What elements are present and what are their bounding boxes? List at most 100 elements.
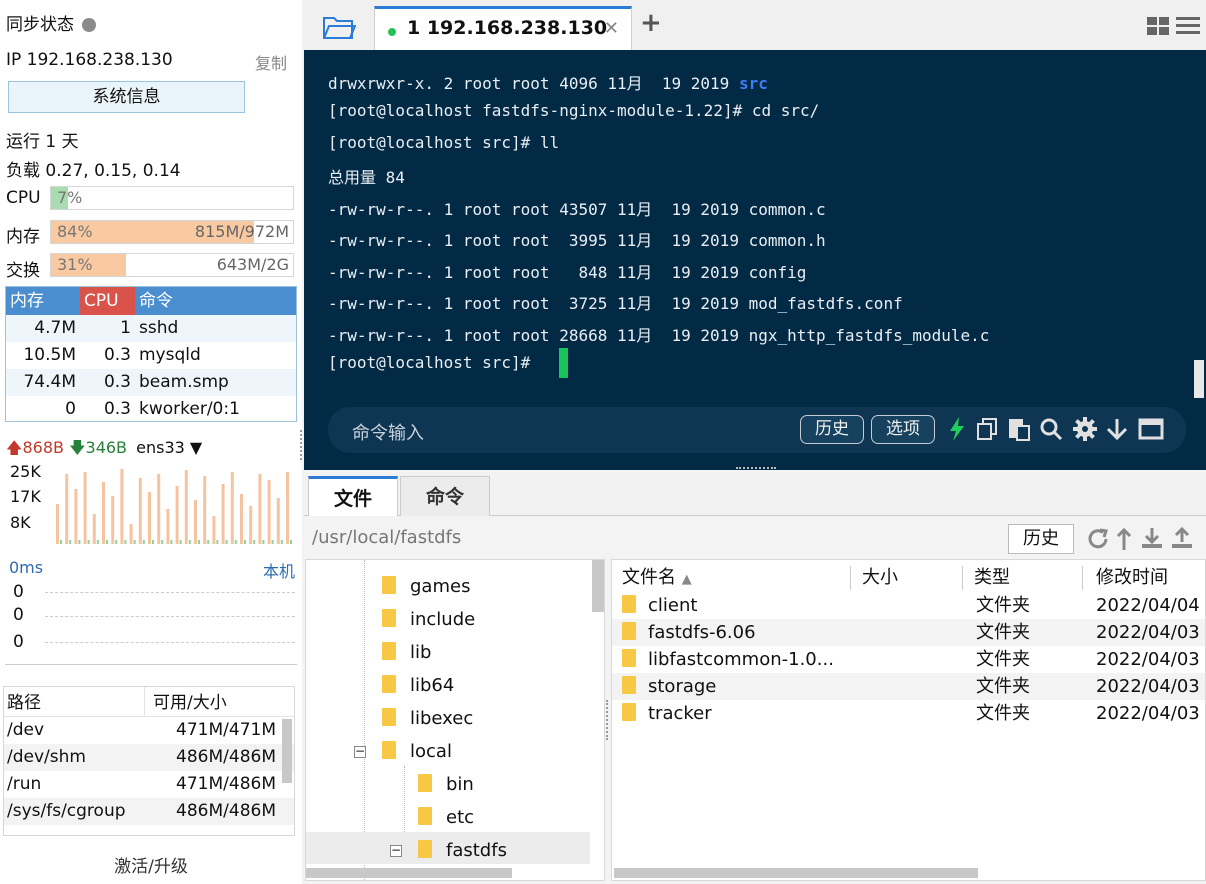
file-row[interactable]: client 文件夹 2022/04/04 [612, 592, 1205, 619]
file-name: fastdfs-6.06 [648, 622, 756, 643]
disk-row[interactable]: /dev/shm 486M/486M [4, 744, 294, 771]
file-list-horizontal-scrollbar[interactable] [614, 868, 978, 878]
system-info-button[interactable]: 系统信息 [8, 81, 245, 113]
command-input-bar[interactable]: 命令输入 历史 选项 [328, 407, 1186, 453]
menu-icon[interactable] [1176, 16, 1200, 36]
terminal-line: [root@localhost src]# [328, 353, 540, 372]
file-rows: client 文件夹 2022/04/04 fastdfs-6.06 文件夹 2022/… [612, 592, 1205, 732]
disk-header-size[interactable]: 可用/大小 [144, 687, 278, 716]
tree-node[interactable]: lib [382, 638, 431, 668]
file-row[interactable]: tracker 文件夹 2022/04/03 [612, 700, 1205, 727]
process-row[interactable]: 10.5M 0.3 mysqld [6, 342, 296, 369]
net-download-bar [106, 540, 108, 544]
disk-scrollbar[interactable] [282, 719, 292, 783]
tree-node[interactable]: include [382, 605, 475, 635]
tree-node[interactable]: lib64 [382, 671, 454, 701]
column-header-mtime[interactable]: 修改时间 [1096, 564, 1168, 592]
lightning-icon[interactable] [944, 416, 970, 442]
column-divider[interactable] [1082, 566, 1083, 590]
terminal[interactable]: drwxrwxr-x. 2 root root 4096 11月 19 2019… [304, 50, 1206, 470]
tree-vertical-scrollbar[interactable] [592, 560, 604, 612]
up-directory-icon[interactable] [1116, 527, 1132, 551]
net-download-bar [198, 540, 200, 544]
proc-mem: 74.4M [23, 372, 76, 392]
maximize-icon[interactable] [1138, 416, 1164, 442]
download-icon[interactable] [1140, 526, 1164, 550]
column-header-type[interactable]: 类型 [974, 564, 1010, 592]
net-download-bar [179, 540, 182, 544]
proc-header-mem[interactable]: 内存 [6, 287, 80, 315]
disk-size: 486M/486M [176, 747, 276, 767]
cpu-meter: 7% [50, 186, 294, 210]
close-tab-icon[interactable]: ✕ [604, 18, 619, 39]
proc-mem: 4.7M [34, 318, 76, 338]
copy-icon[interactable] [974, 416, 1000, 442]
sync-status: 同步状态 [6, 10, 96, 35]
latency-panel: 0ms 本机 0 0 0 [5, 558, 297, 666]
tab-files[interactable]: 文件 [308, 476, 398, 516]
interface-name[interactable]: ens33 [136, 438, 185, 457]
net-download-bar [60, 540, 62, 544]
tree-node[interactable]: local [382, 737, 452, 767]
column-divider[interactable] [962, 566, 963, 590]
options-button[interactable]: 选项 [871, 415, 935, 444]
net-upload-bar [258, 474, 262, 544]
search-icon[interactable] [1038, 416, 1064, 442]
folder-icon [382, 708, 396, 726]
command-input-placeholder[interactable]: 命令输入 [352, 419, 424, 445]
process-row[interactable]: 0 0.3 kworker/0:1 [6, 396, 296, 423]
tree-node[interactable]: libexec [382, 704, 473, 734]
column-header-name[interactable]: 文件名 ▲ [622, 564, 692, 592]
terminal-line: -rw-rw-r--. 1 root root 848 11月 19 2019 … [328, 263, 807, 282]
history-button[interactable]: 历史 [800, 415, 864, 444]
latency-host[interactable]: 本机 [263, 558, 295, 582]
mem-meter: 84% 815M/972M [50, 220, 294, 244]
tree-node[interactable]: etc [418, 803, 474, 833]
folder-icon [622, 595, 636, 613]
net-download-bar [87, 540, 90, 544]
refresh-icon[interactable] [1086, 527, 1110, 551]
proc-header-cmd[interactable]: 命令 [135, 287, 296, 315]
disk-row[interactable]: /sys/fs/cgroup 486M/486M [4, 798, 294, 825]
folder-icon [622, 622, 636, 640]
tree-node-selected[interactable]: fastdfs [418, 836, 507, 866]
proc-header-cpu[interactable]: CPU [80, 287, 135, 315]
proc-cmd: kworker/0:1 [139, 399, 240, 419]
copy-ip-link[interactable]: 复制 [255, 50, 287, 74]
file-row[interactable]: storage 文件夹 2022/04/03 [612, 673, 1205, 700]
interface-dropdown-icon[interactable]: ▼ [185, 438, 202, 457]
tab-session-1[interactable]: 1 192.168.238.130 ✕ [374, 6, 632, 50]
new-tab-button[interactable]: + [640, 8, 662, 38]
tree-node[interactable]: bin [418, 770, 474, 800]
gear-icon[interactable] [1072, 416, 1098, 442]
current-path-input[interactable]: /usr/local/fastdfs [312, 527, 461, 548]
path-history-button[interactable]: 历史 [1008, 524, 1074, 554]
net-upload-bar [286, 472, 289, 544]
net-upload-bar [111, 496, 115, 544]
tree-horizontal-scrollbar[interactable] [306, 868, 512, 878]
pane-splitter-handle[interactable] [736, 467, 776, 469]
disk-row[interactable]: /dev 471M/471M [4, 717, 294, 744]
tab-commands[interactable]: 命令 [400, 476, 490, 516]
arrow-down-icon[interactable] [1104, 416, 1130, 442]
collapse-local-icon[interactable]: − [354, 745, 366, 758]
disk-header-path[interactable]: 路径 [4, 687, 144, 716]
file-row[interactable]: fastdfs-6.06 文件夹 2022/04/03 [612, 619, 1205, 646]
tree-splitter-handle[interactable] [606, 700, 609, 740]
paste-icon[interactable] [1006, 416, 1032, 442]
activate-upgrade-link[interactable]: 激活/升级 [0, 852, 302, 877]
upload-icon[interactable] [1170, 526, 1194, 550]
column-divider[interactable] [850, 566, 851, 590]
grid-layout-icon[interactable] [1146, 16, 1170, 36]
open-folder-icon[interactable] [322, 14, 356, 40]
column-header-size[interactable]: 大小 [862, 564, 898, 592]
process-row[interactable]: 4.7M 1 sshd [6, 315, 296, 342]
process-row[interactable]: 74.4M 0.3 beam.smp [6, 369, 296, 396]
proc-cmd: beam.smp [139, 372, 229, 392]
file-row[interactable]: libfastcommon-1.0... 文件夹 2022/04/03 [612, 646, 1205, 673]
disk-row[interactable]: /run 471M/486M [4, 771, 294, 798]
terminal-scrollbar[interactable] [1194, 360, 1204, 398]
collapse-fastdfs-icon[interactable]: − [390, 844, 402, 857]
tree-node[interactable]: games [382, 572, 470, 602]
net-tick-8k: 8K [10, 513, 31, 532]
